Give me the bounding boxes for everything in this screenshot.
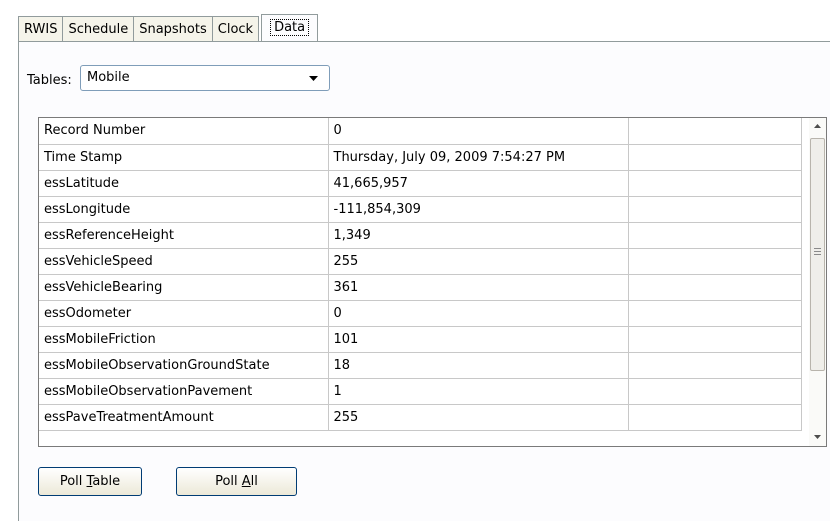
- empty-cell[interactable]: [627, 143, 802, 171]
- scroll-thumb[interactable]: [810, 138, 825, 371]
- field-value-cell[interactable]: 0: [327, 118, 629, 145]
- tables-dropdown-value: Mobile: [87, 70, 130, 85]
- poll-table-button[interactable]: Poll Table: [38, 467, 142, 496]
- field-name-cell[interactable]: essMobileObservationGroundState: [39, 351, 329, 379]
- data-grid: Record Number 0 Time Stamp Thursday, July 0…: [38, 117, 827, 447]
- poll-all-button[interactable]: Poll All: [176, 467, 297, 496]
- field-name-cell[interactable]: essMobileObservationPavement: [39, 377, 329, 405]
- empty-cell[interactable]: [627, 403, 802, 431]
- arrow-down-icon: [814, 435, 821, 439]
- grip-line: [814, 254, 821, 255]
- field-value-cell[interactable]: 1,349: [327, 221, 629, 249]
- empty-cell[interactable]: [627, 169, 802, 197]
- poll-table-label-start: Poll: [59, 474, 87, 489]
- empty-cell[interactable]: [627, 325, 802, 353]
- tab-snapshots[interactable]: Snapshots: [133, 16, 213, 42]
- table-row[interactable]: Record Number 0: [39, 118, 802, 145]
- tables-dropdown[interactable]: Mobile: [80, 65, 330, 91]
- tab-clock[interactable]: Clock: [211, 16, 260, 42]
- poll-all-label-end: ll: [250, 474, 258, 489]
- arrow-up-icon: [814, 124, 821, 128]
- tab-rwis[interactable]: RWIS: [18, 16, 64, 42]
- grip-line: [814, 251, 821, 252]
- table-row[interactable]: essMobileObservationGroundState 18: [39, 351, 802, 379]
- field-value-cell[interactable]: 41,665,957: [327, 169, 629, 197]
- scroll-down-button[interactable]: [809, 429, 826, 446]
- table-row[interactable]: essMobileObservationPavement 1: [39, 377, 802, 405]
- field-value-cell[interactable]: 255: [327, 403, 629, 431]
- table-row[interactable]: essReferenceHeight 1,349: [39, 221, 802, 249]
- field-value-cell[interactable]: Thursday, July 09, 2009 7:54:27 PM: [327, 143, 629, 171]
- table-row[interactable]: essPaveTreatmentAmount 255: [39, 403, 802, 431]
- field-value-cell[interactable]: 18: [327, 351, 629, 379]
- field-name-cell[interactable]: essVehicleSpeed: [39, 247, 329, 275]
- empty-cell[interactable]: [627, 299, 802, 327]
- field-name-cell[interactable]: essLongitude: [39, 195, 329, 223]
- field-value-cell[interactable]: 255: [327, 247, 629, 275]
- tab-data-label: Data: [270, 19, 310, 36]
- field-name-cell[interactable]: essPaveTreatmentAmount: [39, 403, 329, 431]
- field-name-cell[interactable]: essOdometer: [39, 299, 329, 327]
- scroll-up-button[interactable]: [809, 118, 826, 135]
- table-row[interactable]: essLongitude -111,854,309: [39, 195, 802, 223]
- empty-cell[interactable]: [627, 377, 802, 405]
- table-row[interactable]: essVehicleSpeed 255: [39, 247, 802, 275]
- table-row[interactable]: Time Stamp Thursday, July 09, 2009 7:54:2…: [39, 143, 802, 171]
- field-name-cell[interactable]: essReferenceHeight: [39, 221, 329, 249]
- field-name-cell[interactable]: Time Stamp: [39, 143, 329, 171]
- tab-schedule[interactable]: Schedule: [62, 16, 135, 42]
- field-value-cell[interactable]: 101: [327, 325, 629, 353]
- empty-cell[interactable]: [627, 118, 802, 145]
- field-name-cell[interactable]: essMobileFriction: [39, 325, 329, 353]
- vertical-scrollbar[interactable]: [809, 118, 826, 446]
- tab-bar: RWIS Schedule Snapshots Clock Data: [18, 14, 319, 42]
- tables-label: Tables:: [27, 73, 72, 88]
- table-row[interactable]: essVehicleBearing 361: [39, 273, 802, 301]
- empty-cell[interactable]: [627, 195, 802, 223]
- field-value-cell[interactable]: 1: [327, 377, 629, 405]
- poll-table-label-end: able: [92, 474, 121, 489]
- field-value-cell[interactable]: 361: [327, 273, 629, 301]
- field-value-cell[interactable]: 0: [327, 299, 629, 327]
- chevron-down-icon[interactable]: [309, 76, 318, 81]
- data-tab-panel: Tables: Mobile Record Number 0 Time Stamp T…: [18, 41, 830, 521]
- empty-cell[interactable]: [627, 273, 802, 301]
- empty-cell[interactable]: [627, 351, 802, 379]
- tab-data[interactable]: Data: [261, 14, 319, 42]
- grip-line: [814, 248, 821, 249]
- field-name-cell[interactable]: essVehicleBearing: [39, 273, 329, 301]
- field-name-cell[interactable]: Record Number: [39, 118, 329, 145]
- table-row[interactable]: essOdometer 0: [39, 299, 802, 327]
- data-table: Record Number 0 Time Stamp Thursday, July 0…: [39, 118, 802, 431]
- poll-all-mnemonic: A: [241, 474, 251, 489]
- field-value-cell[interactable]: -111,854,309: [327, 195, 629, 223]
- table-row[interactable]: essLatitude 41,665,957: [39, 169, 802, 197]
- empty-cell[interactable]: [627, 247, 802, 275]
- field-name-cell[interactable]: essLatitude: [39, 169, 329, 197]
- empty-cell[interactable]: [627, 221, 802, 249]
- poll-all-label-start: Poll: [215, 474, 242, 489]
- table-row[interactable]: essMobileFriction 101: [39, 325, 802, 353]
